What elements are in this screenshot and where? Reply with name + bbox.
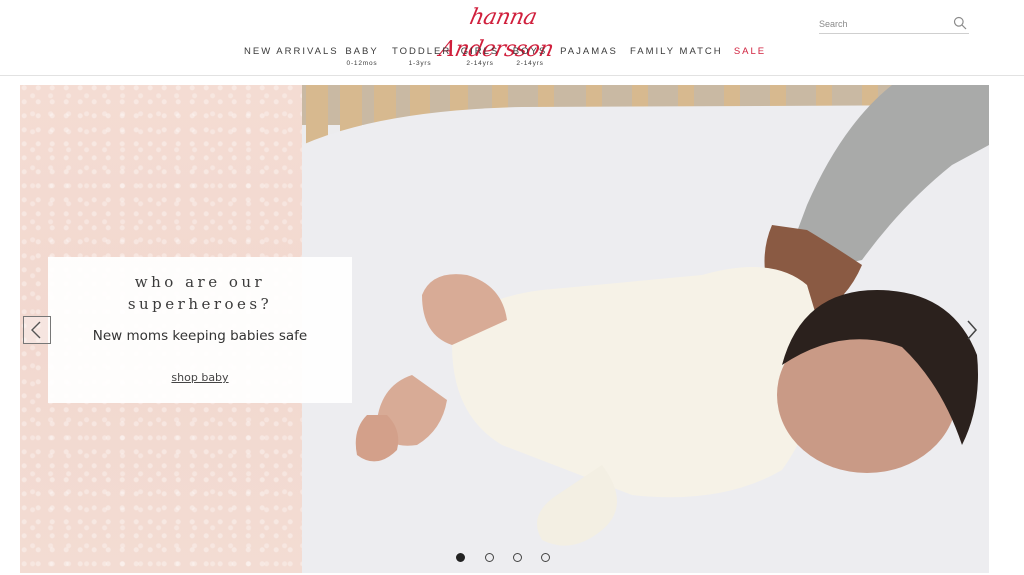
hero-image[interactable] xyxy=(302,85,989,573)
chevron-left-icon xyxy=(24,321,50,347)
nav-item-boys[interactable]: BOYS 2-14yrs xyxy=(511,46,549,67)
carousel-dot[interactable] xyxy=(541,553,550,562)
carousel-prev-button[interactable] xyxy=(23,316,51,344)
brand-logo[interactable]: hanna Andersson xyxy=(415,2,592,62)
promo-card: who are our superheroes? New moms keepin… xyxy=(48,257,352,403)
nav-item-family-match[interactable]: FAMILY MATCH xyxy=(630,46,723,57)
nav-item-sale[interactable]: SALE xyxy=(733,46,767,57)
search-input[interactable] xyxy=(819,16,947,32)
nav-item-age-range: 2-14yrs xyxy=(466,60,494,67)
carousel-pagination xyxy=(456,553,556,563)
nav-item-pajamas[interactable]: PAJAMAS xyxy=(560,46,618,57)
search-bar xyxy=(819,14,969,34)
nav-item-toddler[interactable]: TODDLER 1-3yrs xyxy=(392,46,452,67)
promo-headline: who are our superheroes? xyxy=(127,273,273,313)
nav-item-label: PAJAMAS xyxy=(560,46,618,57)
nav-item-age-range: 2-14yrs xyxy=(516,60,544,67)
carousel-dot[interactable] xyxy=(456,553,465,562)
nav-item-label: SALE xyxy=(733,46,767,57)
nav-item-label: BABY xyxy=(345,46,379,57)
nav-item-baby[interactable]: BABY 0-12mos xyxy=(342,46,382,67)
search-icon[interactable] xyxy=(953,16,967,30)
nav-item-age-range: 1-3yrs xyxy=(408,60,432,67)
chevron-right-icon xyxy=(963,320,981,346)
hero-carousel: who are our superheroes? New moms keepin… xyxy=(20,85,989,573)
nav-item-label: GIRLS xyxy=(460,46,500,57)
nav-item-label: TODDLER xyxy=(392,46,452,57)
carousel-next-button[interactable] xyxy=(963,318,981,342)
nav-item-label: NEW ARRIVALS xyxy=(244,46,339,57)
nav-item-label: FAMILY MATCH xyxy=(630,46,723,57)
header-divider xyxy=(0,75,1024,76)
shop-baby-link[interactable]: shop baby xyxy=(48,371,352,384)
nav-item-age-range: 0-12mos xyxy=(346,60,378,67)
nav-item-girls[interactable]: GIRLS 2-14yrs xyxy=(460,46,500,67)
carousel-dot[interactable] xyxy=(485,553,494,562)
carousel-dot[interactable] xyxy=(513,553,522,562)
nav-item-new-arrivals[interactable]: NEW ARRIVALS xyxy=(244,46,339,57)
nav-item-label: BOYS xyxy=(512,46,548,57)
promo-subheadline: New moms keeping babies safe xyxy=(92,328,308,344)
main-nav: NEW ARRIVALS BABY 0-12mos TODDLER 1-3yrs… xyxy=(0,46,1024,72)
